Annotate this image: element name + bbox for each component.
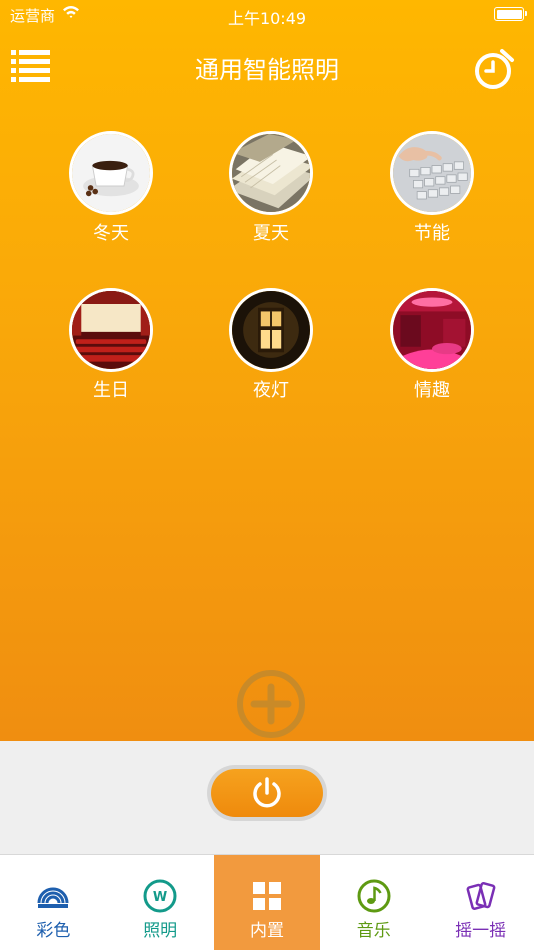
scene-label: 夜灯	[253, 380, 289, 401]
scene-label: 夏天	[253, 223, 289, 244]
w-circle-icon: W	[143, 879, 177, 913]
tab-bar: 彩色 W 照明 内置 音乐 摇一摇	[0, 854, 534, 950]
tab-shake[interactable]: 摇一摇	[427, 855, 534, 950]
shake-phone-icon	[466, 882, 495, 910]
plus-circle-icon[interactable]	[236, 669, 306, 739]
page-title: 通用智能照明	[195, 56, 339, 84]
tab-label: 内置	[249, 921, 284, 941]
rainbow-icon	[37, 887, 69, 908]
scene-label: 情趣	[414, 380, 450, 401]
power-icon	[253, 777, 281, 808]
theater-image	[69, 288, 153, 372]
scene-summer[interactable]: 夏天	[211, 131, 331, 245]
tab-label: 彩色	[36, 921, 71, 941]
power-control-area	[0, 741, 534, 854]
music-note-icon	[357, 879, 391, 913]
scene-winter[interactable]: 冬天	[51, 131, 171, 245]
status-time: 上午10:49	[227, 9, 307, 28]
tab-lighting[interactable]: W 照明	[107, 855, 214, 950]
grid-icon	[252, 882, 281, 910]
alarm-clock-icon[interactable]	[472, 46, 516, 90]
tab-label: 摇一摇	[455, 921, 507, 941]
scene-label: 冬天	[93, 223, 129, 244]
coffee-cup-image	[69, 131, 153, 215]
books-image	[229, 131, 313, 215]
tab-label: 音乐	[356, 921, 391, 941]
tab-label: 照明	[143, 921, 178, 941]
tab-builtin[interactable]: 内置	[213, 855, 321, 950]
scene-energy-saving[interactable]: 节能	[372, 131, 492, 245]
scene-label: 节能	[414, 223, 450, 244]
svg-text:W: W	[153, 890, 167, 905]
scene-romance[interactable]: 情趣	[372, 288, 492, 402]
main-panel: 运营商 上午10:49 通用智能照明 冬天 夏天 节能 生日 夜灯 情趣	[0, 0, 534, 741]
scene-label: 生日	[93, 380, 129, 401]
status-bar: 运营商 上午10:49	[0, 0, 534, 28]
tab-music[interactable]: 音乐	[320, 855, 427, 950]
scene-birthday[interactable]: 生日	[51, 288, 171, 402]
battery-icon	[494, 7, 527, 21]
power-button[interactable]	[207, 765, 327, 821]
red-room-image	[390, 288, 474, 372]
keyboard-image	[390, 131, 474, 215]
tab-color[interactable]: 彩色	[0, 855, 107, 950]
scene-night-light[interactable]: 夜灯	[211, 288, 331, 402]
lamp-image	[229, 288, 313, 372]
